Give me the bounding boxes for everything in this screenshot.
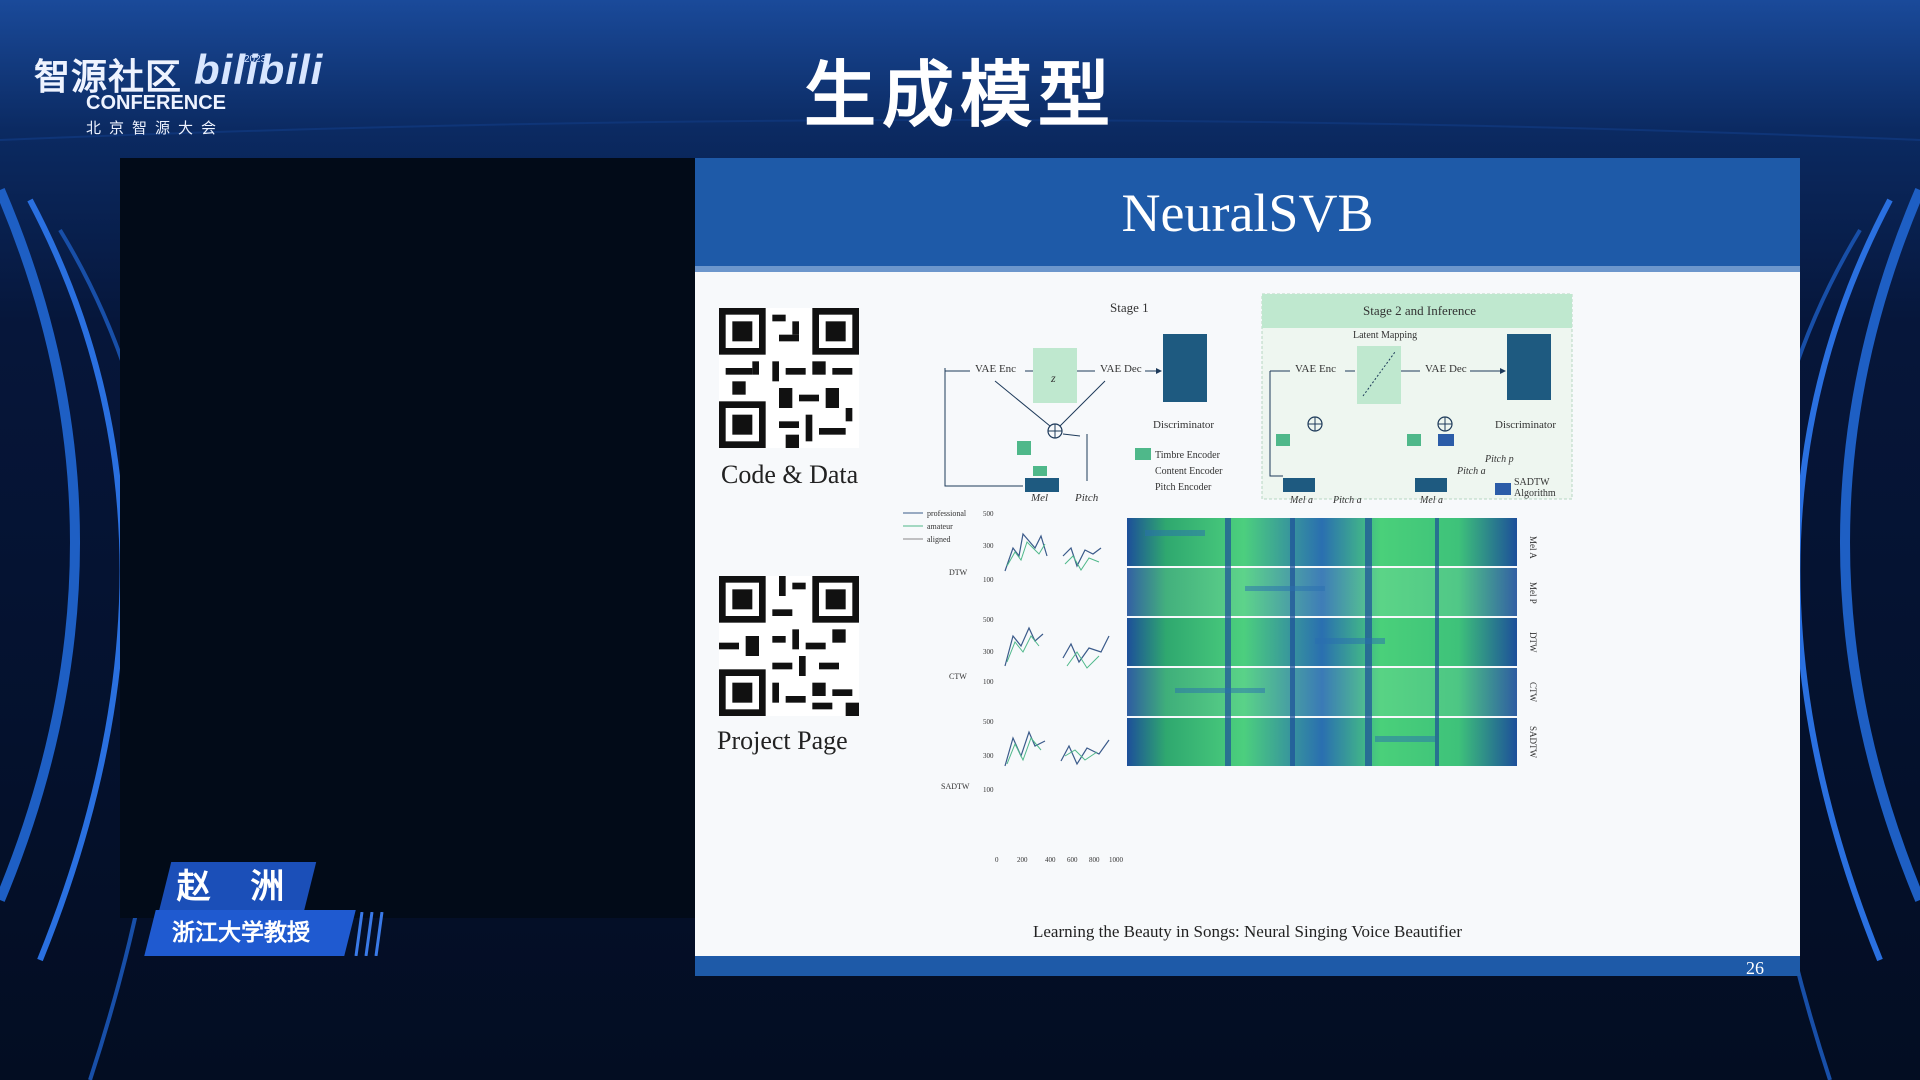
spec-row-label: DTW [1528, 632, 1538, 653]
output-mel-block-2 [1507, 334, 1551, 400]
discriminator-label-2: Discriminator [1495, 419, 1556, 431]
latent-z-label: z [1050, 371, 1056, 385]
speaker-title-plate: 浙江大学教授 [144, 910, 356, 956]
legend-content: Content Encoder [1155, 466, 1223, 477]
timbre-legend-swatch [1135, 448, 1151, 460]
y-tick: 100 [983, 576, 994, 584]
y-tick: 500 [983, 718, 994, 726]
y-tick: 100 [983, 786, 994, 794]
project-page-label: Project Page [717, 726, 848, 755]
speaker-title: 浙江大学教授 [172, 920, 310, 946]
spec-row-label: Mel P [1528, 582, 1538, 604]
mel-a-label-2: Mel a [1419, 495, 1443, 506]
legend-professional: professional [927, 509, 967, 518]
code-data-label: Code & Data [721, 460, 859, 489]
x-tick: 1000 [1109, 856, 1124, 862]
neuralsvb-figure: Stage 1 z VAE Enc VAE Dec Discriminator … [903, 293, 1573, 862]
stage2-title: Stage 2 and Inference [1363, 303, 1476, 318]
slide-header-accent [695, 266, 1800, 272]
x-tick: 400 [1045, 856, 1056, 862]
stage1-title: Stage 1 [1110, 300, 1149, 315]
speaker-name: 赵 洲 [176, 867, 299, 907]
page-title: 生成模型 [803, 53, 1116, 137]
sadtw-block [1438, 434, 1454, 446]
x-tick: 0 [995, 856, 999, 862]
x-tick: 200 [1017, 856, 1028, 862]
y-tick: 300 [983, 752, 994, 760]
x-tick: 600 [1067, 856, 1078, 862]
y-tick: 100 [983, 678, 994, 686]
y-tick: 500 [983, 616, 994, 624]
legend-timbre: Timbre Encoder [1155, 450, 1221, 461]
qr-code-icon [719, 576, 859, 716]
vae-enc-label-2: VAE Enc [1295, 363, 1336, 375]
latent-mapping-label: Latent Mapping [1353, 330, 1417, 341]
sadtw-algorithm-label: Algorithm [1514, 488, 1556, 499]
y-tick: 300 [983, 648, 994, 656]
y-tick: 500 [983, 510, 994, 518]
speaker-name-plate: 赵 洲 [158, 862, 317, 912]
output-mel-block [1163, 334, 1207, 402]
spec-row-label: SADTW [1528, 726, 1538, 759]
legend-amateur: amateur [927, 522, 953, 531]
legend-aligned: aligned [927, 535, 951, 544]
discriminator-label: Discriminator [1153, 419, 1214, 431]
legend-pitch: Pitch Encoder [1155, 482, 1212, 493]
speaker-video-panel [120, 158, 695, 918]
pitch-label: Pitch [1074, 492, 1099, 504]
slide-caption: Learning the Beauty in Songs: Neural Sin… [1032, 922, 1462, 941]
plot-row-dtw: DTW [949, 568, 968, 577]
pitch-plots: professional amateur aligned DTW CTW SAD… [903, 509, 1124, 862]
vae-enc-label: VAE Enc [975, 363, 1016, 375]
vae-dec-label: VAE Dec [1100, 363, 1142, 375]
slide-footer-bar [695, 956, 1800, 976]
spec-row-label: CTW [1528, 682, 1538, 703]
presentation-slide: NeuralSVB Code & Data Project Page Stage… [695, 158, 1800, 978]
plot-row-ctw: CTW [949, 672, 967, 681]
qr-code-icon [719, 308, 859, 448]
mel-label: Mel [1030, 492, 1048, 504]
pitch-a-label: Pitch a [1332, 495, 1362, 506]
pitch-p-label: Pitch p [1484, 454, 1514, 465]
mel-a-label: Mel a [1289, 495, 1313, 506]
x-tick: 800 [1089, 856, 1100, 862]
decorative-stripes [354, 912, 384, 956]
spectrogram-grid [1127, 518, 1517, 766]
spec-row-label: Mel A [1528, 536, 1538, 559]
content-encoder-block [1025, 478, 1059, 492]
timbre-encoder-block [1017, 441, 1031, 455]
y-tick: 300 [983, 542, 994, 550]
sadtw-label: SADTW [1514, 477, 1550, 488]
slide-number: 26 [1746, 958, 1764, 978]
pitch-a-label-2: Pitch a [1456, 466, 1486, 477]
plot-row-sadtw: SADTW [941, 782, 970, 791]
slide-title: NeuralSVB [1121, 183, 1374, 243]
vae-dec-label-2: VAE Dec [1425, 363, 1467, 375]
